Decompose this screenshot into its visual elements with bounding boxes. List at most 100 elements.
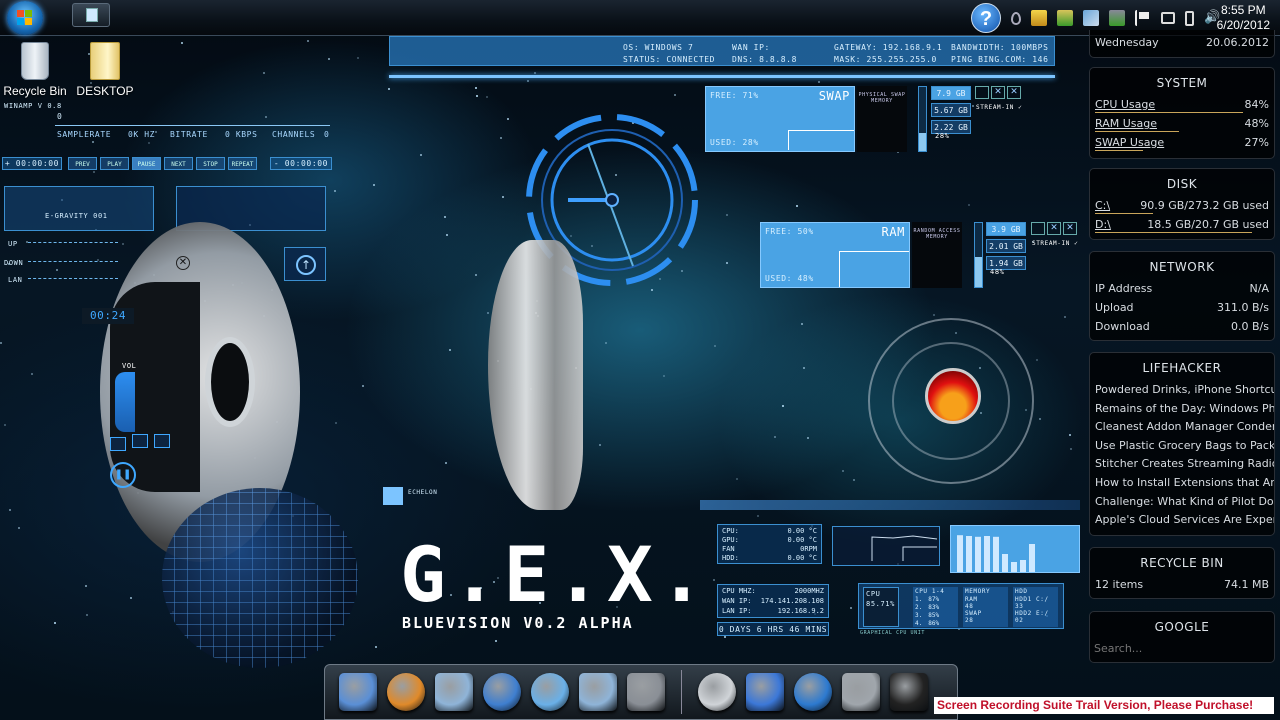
memory-ram-label: RAM [965,596,978,603]
start-button[interactable] [7,1,43,35]
channels-value: 0 [324,130,330,139]
hal-eye-widget[interactable] [868,318,1034,484]
star [800,322,803,325]
trash-icon[interactable] [842,673,880,711]
stop-button[interactable] [132,434,148,448]
hdd2-label: HDD2 E:/ [1015,610,1049,617]
playback-button-stop[interactable]: STOP [196,157,225,170]
gadget-row: CPU Usage 84% [1090,96,1274,115]
ram-percent: 48% [990,268,1005,276]
volume-slider[interactable] [115,372,135,432]
help-icon[interactable]: ? [971,3,1001,33]
news-link[interactable]: Apple's Cloud Services Are Experie... [1090,511,1274,530]
gadget-row: Download 0.0 B/s [1090,318,1274,337]
core-row: 1. 87% [913,596,958,604]
ram-scrollbar[interactable] [974,222,983,288]
core-index: 2. [915,604,923,611]
prev-button[interactable] [110,437,126,451]
cpu-total: 85.71% [866,600,895,608]
dock-separator [681,670,682,714]
taskbar-clock[interactable]: 8:55 PM 6/20/2012 [1217,3,1270,33]
news-link[interactable]: Powdered Drinks, iPhone Shortcut... [1090,381,1274,400]
system-preferences-icon[interactable] [627,673,665,711]
close-icon[interactable]: ✕ [1063,222,1077,235]
playback-button-play[interactable]: PLAY [100,157,129,170]
gadget-row: Upload 311.0 B/s [1090,299,1274,318]
network-info-bar: OS: WINDOWS 7 STATUS: CONNECTED WAN IP: … [389,36,1055,66]
close-player-button[interactable]: ✕ [176,256,190,270]
network-globe-icon[interactable] [794,673,832,711]
bitrate-label: BITRATE [170,130,208,139]
pictures-folder-icon[interactable] [579,673,617,711]
temp-row: HDD: 0.00 °C [722,554,817,563]
watermark-banner: Screen Recording Suite Trail Version, Pl… [934,697,1274,714]
up-label: UP [8,240,18,248]
recycle-bin-icon [21,42,49,80]
temp-row: GPU: 0.00 °C [722,536,817,545]
documents-folder-icon[interactable] [435,673,473,711]
hdd-title: HDD [1015,588,1028,595]
clock-time: 8:55 PM [1220,3,1266,17]
playback-button-pause[interactable]: PAUSE [132,157,161,170]
star [967,203,970,206]
ram-side-title: RANDOM ACCESS MEMORY [913,228,961,240]
network-share-icon[interactable] [1083,10,1099,26]
action-center-flag-icon[interactable] [1135,10,1151,26]
desktop-icon-desktop-folder[interactable]: DESKTOP [70,42,140,98]
close-icon[interactable]: ✕ [1047,222,1061,235]
swap-scrollbar[interactable] [918,86,927,152]
play-pause-button[interactable]: ❚❚ [110,462,136,488]
cpu-bar [993,536,999,572]
usb-safe-icon[interactable] [1109,10,1125,26]
hdd-block: HDD HDD1 C:/ 33 HDD2 E:/ 02 [1013,587,1058,627]
google-gadget: GOOGLE [1089,611,1275,663]
firefox-icon[interactable] [387,673,425,711]
printer-icon[interactable] [1031,10,1047,26]
playback-button-repeat[interactable]: REPEAT [228,157,257,170]
ram-graph-panel: FREE: 50% RAM USED: 48% [760,222,910,288]
playback-button-next[interactable]: NEXT [164,157,193,170]
star [306,40,309,43]
itunes-icon[interactable] [531,673,569,711]
news-link[interactable]: Remains of the Day: Windows Pho... [1090,400,1274,419]
taskbar: ? 🔊 8:55 PM 6/20/2012 [0,0,1280,36]
star [502,195,505,198]
close-icon[interactable]: ✕ [1007,86,1021,99]
google-search-input[interactable] [1094,640,1270,656]
cpu-bar [1029,544,1035,572]
ram-used: USED: 48% [765,274,814,283]
row-value: 0.0 B/s [1231,320,1269,333]
row-value: 311.0 B/s [1217,301,1269,314]
bitrate-value: 0 KBPS [225,130,258,139]
core-value: 85% [928,612,940,619]
ram-description: RANDOM ACCESS MEMORY [912,222,962,288]
memory-ram-value: 48 [965,603,974,610]
taskbar-app-button[interactable] [72,3,110,27]
terminal-icon[interactable] [890,673,928,711]
network-icon[interactable] [1161,12,1175,24]
row-label: Upload [1095,301,1134,314]
news-link[interactable]: Cleanest Addon Manager Condens... [1090,418,1274,437]
desktop-icon-recycle-bin[interactable]: Recycle Bin [0,42,70,98]
security-icon[interactable] [1057,10,1073,26]
alien-head-icon [205,337,255,427]
uptime-text: 0 DAYS 6 HRS 46 MINS [717,622,829,636]
dvd-player-icon[interactable] [698,673,736,711]
minimize-icon[interactable] [975,86,989,99]
star [713,344,716,347]
battery-icon[interactable] [1185,10,1194,26]
finder-icon[interactable] [339,673,377,711]
next-button[interactable] [154,434,170,448]
minimize-icon[interactable] [1031,222,1045,235]
safari-icon[interactable] [483,673,521,711]
star [506,117,509,120]
playback-button-prev[interactable]: PREV [68,157,97,170]
news-link[interactable]: Stitcher Creates Streaming Radio S... [1090,455,1274,474]
close-icon[interactable]: ✕ [991,86,1005,99]
news-link[interactable]: Use Plastic Grocery Bags to Pack A... [1090,437,1274,456]
help-icon[interactable] [746,673,784,711]
news-link[interactable]: Challenge: What Kind of Pilot Dou... [1090,493,1274,512]
water-drop-icon[interactable] [1011,11,1021,25]
sysinfo-label: WAN IP: [722,597,752,605]
news-link[interactable]: How to Install Extensions that Are... [1090,474,1274,493]
